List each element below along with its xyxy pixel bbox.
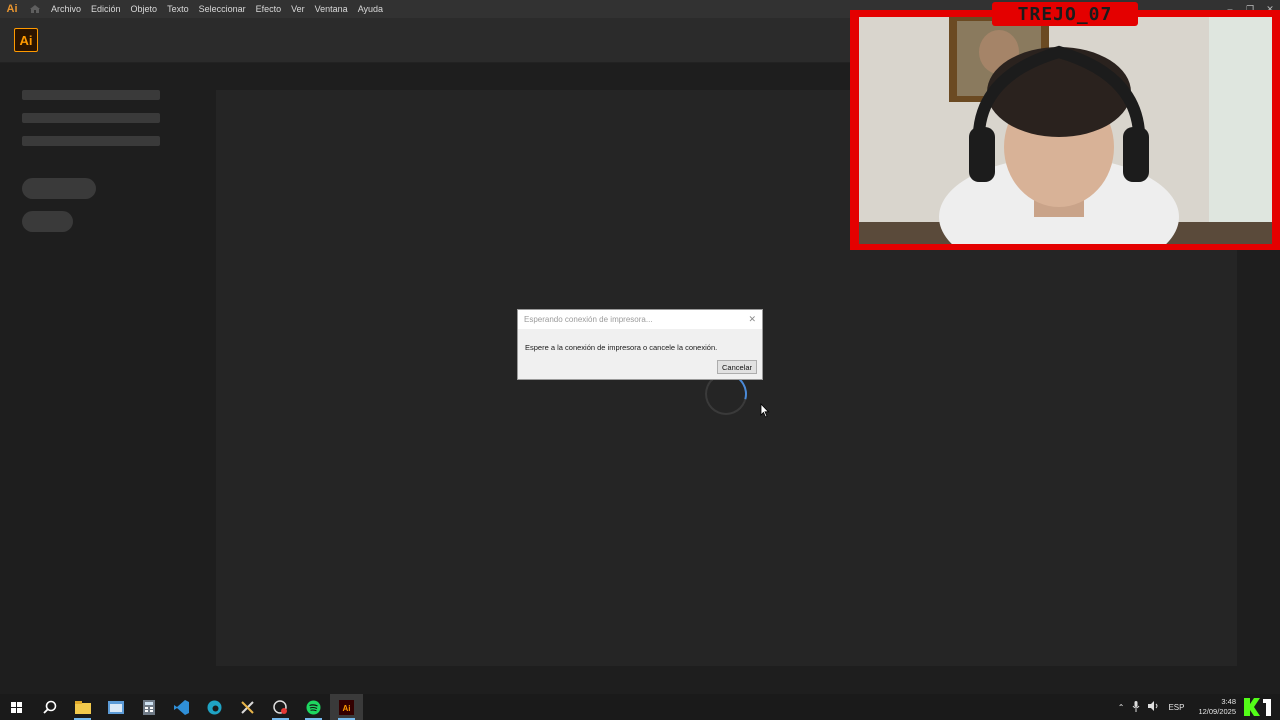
spotify-icon[interactable] <box>297 694 330 720</box>
menu-ver[interactable]: Ver <box>286 0 310 18</box>
system-tray: ⌃ ESP 3:48 12/09/2025 <box>1114 694 1240 720</box>
volume-icon[interactable] <box>1148 701 1160 713</box>
file-explorer-icon[interactable] <box>66 694 99 720</box>
menu-ventana[interactable]: Ventana <box>310 0 353 18</box>
menu-efecto[interactable]: Efecto <box>251 0 287 18</box>
cancel-button[interactable]: Cancelar <box>717 360 757 374</box>
skeleton-line <box>22 90 160 100</box>
clock[interactable]: 3:48 12/09/2025 <box>1194 697 1240 717</box>
search-icon[interactable] <box>33 694 66 720</box>
illustrator-logo: Ai <box>14 28 38 52</box>
webcam-feed <box>859 17 1272 244</box>
printer-wait-dialog: Esperando conexión de impresora... ✕ Esp… <box>517 309 763 380</box>
input-language[interactable]: ESP <box>1168 703 1184 712</box>
vscode-icon[interactable] <box>165 694 198 720</box>
skeleton-line <box>22 113 160 123</box>
menu-texto[interactable]: Texto <box>162 0 194 18</box>
taskbar: Ai ⌃ ESP 3:48 12/09/2025 <box>0 694 1280 720</box>
edge-browser-icon[interactable] <box>198 694 231 720</box>
illustrator-mini-logo: Ai <box>6 3 18 15</box>
illustrator-taskbar-icon[interactable]: Ai <box>330 694 363 720</box>
webcam-scene <box>859 17 1272 244</box>
dialog-close-icon[interactable]: ✕ <box>748 314 756 325</box>
kick-logo-icon <box>1242 696 1276 718</box>
mouse-cursor-icon <box>760 403 770 418</box>
dialog-message: Espere a la conexión de impresora o canc… <box>525 343 718 352</box>
skeleton-pill <box>22 178 96 199</box>
menu-ayuda[interactable]: Ayuda <box>353 0 388 18</box>
home-icon[interactable] <box>24 0 46 18</box>
webcam-overlay: TREJO_07 <box>850 2 1280 250</box>
clock-date: 12/09/2025 <box>1198 707 1236 716</box>
clock-time: 3:48 <box>1221 697 1236 706</box>
tools-icon[interactable] <box>231 694 264 720</box>
dialog-title: Esperando conexión de impresora... <box>524 315 653 324</box>
menu-objeto[interactable]: Objeto <box>126 0 163 18</box>
streamer-name-banner: TREJO_07 <box>992 2 1138 26</box>
skeleton-pill <box>22 211 73 232</box>
skeleton-line <box>22 136 160 146</box>
windows-start-icon[interactable] <box>0 694 33 720</box>
menu-seleccionar[interactable]: Seleccionar <box>194 0 251 18</box>
chevron-up-icon[interactable]: ⌃ <box>1118 703 1125 712</box>
dialog-titlebar: Esperando conexión de impresora... ✕ <box>518 310 762 329</box>
control-panel-icon[interactable] <box>99 694 132 720</box>
left-panel-loading <box>0 64 216 694</box>
calculator-icon[interactable] <box>132 694 165 720</box>
svg-text:Ai: Ai <box>343 704 351 713</box>
recorder-icon[interactable] <box>264 694 297 720</box>
menu-archivo[interactable]: Archivo <box>46 0 86 18</box>
menu-edicion[interactable]: Edición <box>86 0 126 18</box>
microphone-icon[interactable] <box>1132 700 1140 714</box>
